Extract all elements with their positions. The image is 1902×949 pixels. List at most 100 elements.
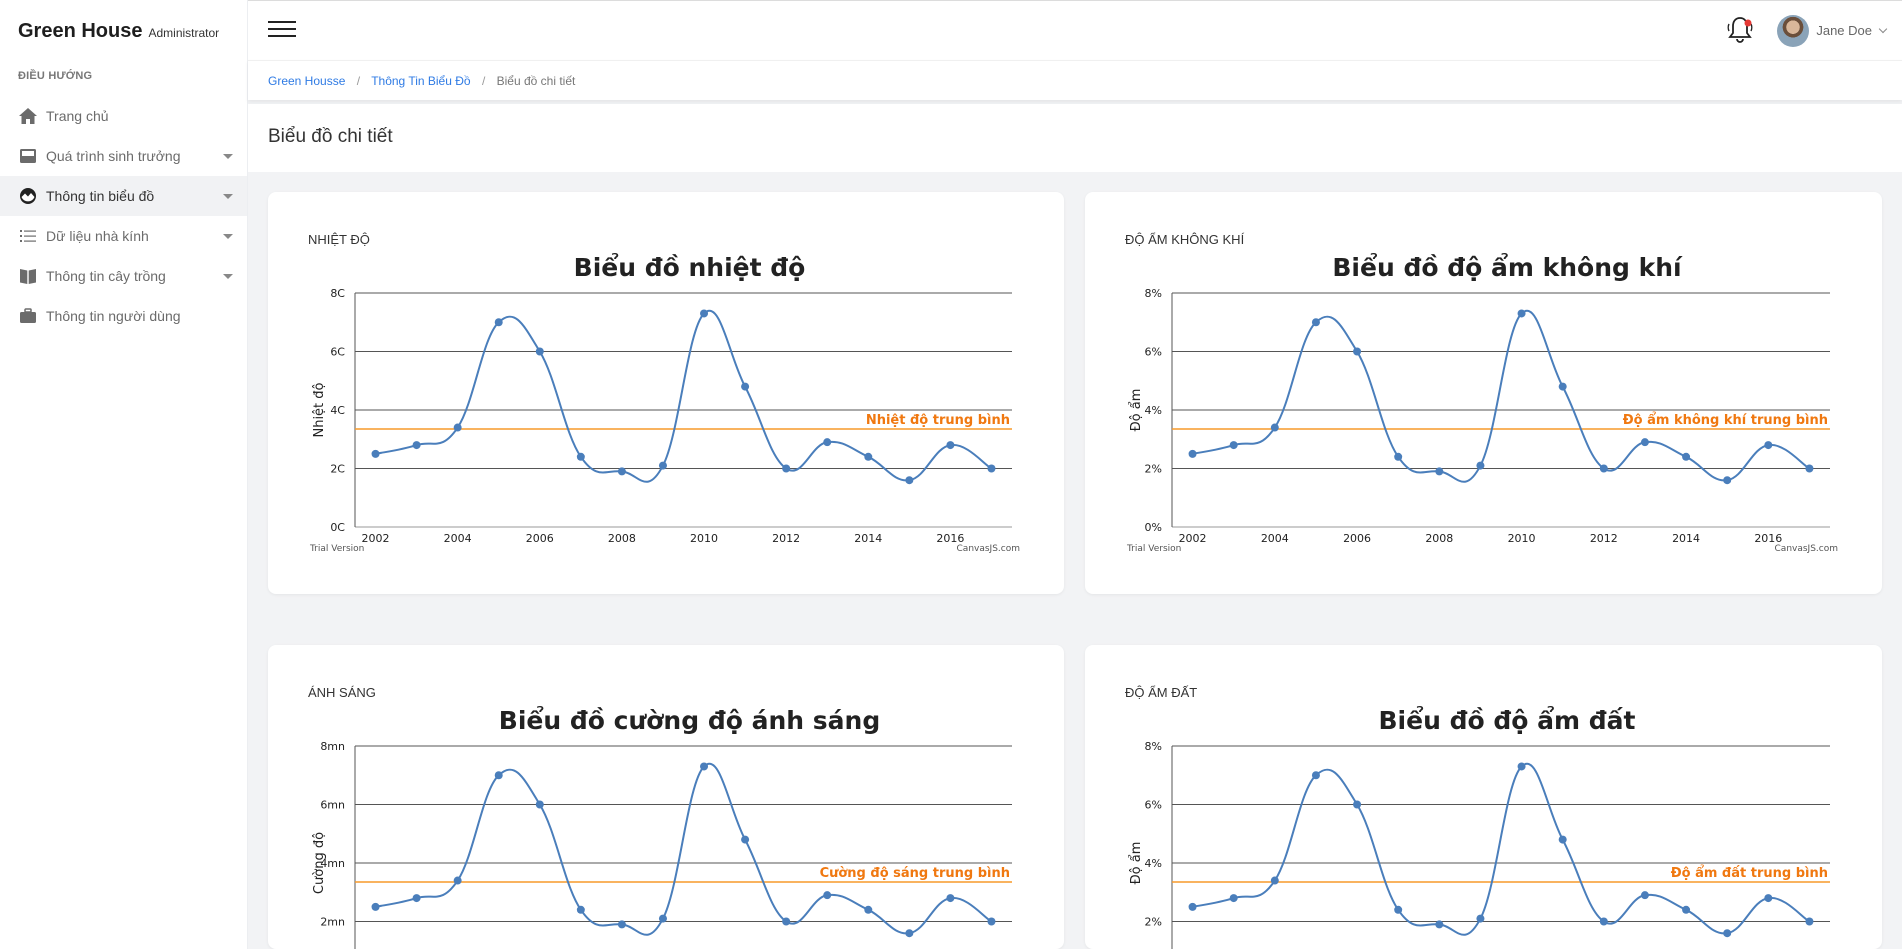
data-point: [494, 318, 503, 327]
data-point: [782, 917, 791, 926]
data-point: [823, 438, 832, 447]
data-point: [864, 452, 873, 461]
data-point: [1311, 771, 1320, 780]
data-point: [1311, 318, 1320, 327]
watermark-canvasjs: CanvasJS.com: [1775, 544, 1838, 554]
data-point: [1517, 309, 1526, 318]
brand[interactable]: Green House Administrator: [0, 0, 247, 62]
mountain-circle-icon: [18, 186, 38, 206]
data-point: [1805, 464, 1814, 473]
data-point: [1435, 920, 1444, 929]
chart-card-light: ÁNH SÁNG Biểu đồ cường độ ánh sáng0mn2mn…: [268, 645, 1064, 949]
data-point: [1599, 464, 1608, 473]
average-line-label: Nhiệt độ trung bình: [866, 413, 1010, 428]
data-point: [1764, 894, 1773, 903]
data-point: [1229, 894, 1238, 903]
air-humidity-chart: Biểu đồ độ ẩm không khí 0% 2% 4% 6% 8% Độ ẩm 20…: [1126, 252, 1838, 554]
x-tick-label: 2002: [362, 532, 390, 545]
y-tick-label: 6C: [330, 346, 345, 359]
breadcrumb-link-home[interactable]: Green Housse: [268, 74, 345, 88]
page-header: Biểu đồ chi tiết: [248, 104, 1902, 172]
y-tick-label: 6%: [1145, 346, 1162, 359]
data-point: [453, 876, 462, 885]
x-tick-label: 2008: [1425, 532, 1453, 545]
y-tick-label: 2C: [330, 463, 345, 476]
data-point: [700, 309, 709, 318]
y-tick-label: 6mn: [320, 799, 345, 812]
notification-bell-icon[interactable]: [1726, 15, 1754, 45]
top-bar: Jane Doe: [248, 0, 1902, 60]
data-point: [412, 894, 421, 903]
breadcrumb-current: Biểu đồ chi tiết: [496, 74, 576, 88]
data-point: [1394, 452, 1403, 461]
list-icon: [18, 226, 38, 246]
data-point: [864, 905, 873, 914]
sidebar-item-label: Thông tin biểu đồ: [46, 188, 155, 204]
x-tick-label: 2006: [1343, 532, 1371, 545]
book-icon: [18, 266, 38, 286]
chevron-down-icon[interactable]: [1878, 24, 1888, 34]
breadcrumb-link-chart-info[interactable]: Thông Tin Biểu Đồ: [371, 74, 470, 88]
sidebar-item-chart-info[interactable]: Thông tin biểu đồ: [0, 176, 247, 216]
x-tick-label: 2014: [1672, 532, 1700, 545]
data-point: [1723, 929, 1732, 938]
sidebar-item-user-info[interactable]: Thông tin người dùng: [0, 296, 247, 336]
y-tick-label: 2%: [1145, 916, 1162, 929]
x-tick-label: 2008: [608, 532, 636, 545]
series-line: [1192, 309, 1810, 483]
series-line: [375, 309, 993, 483]
data-point: [371, 449, 380, 458]
data-point: [1558, 382, 1567, 391]
data-point: [1394, 905, 1403, 914]
data-point: [576, 452, 585, 461]
briefcase-icon: [18, 306, 38, 326]
chart-title: Biểu đồ cường độ ánh sáng: [499, 705, 880, 735]
sidebar-item-label: Trang chủ: [46, 108, 109, 124]
chart-title: Biểu đồ độ ẩm không khí: [1332, 252, 1683, 282]
tray-icon: [18, 146, 38, 166]
data-point: [987, 464, 996, 473]
chevron-down-icon: [223, 273, 233, 279]
sidebar-item-crop-info[interactable]: Thông tin cây trồng: [0, 256, 247, 296]
series-line: [375, 762, 993, 936]
breadcrumb-separator: /: [481, 74, 486, 88]
user-name[interactable]: Jane Doe: [1816, 23, 1872, 38]
x-tick-label: 2012: [1590, 532, 1618, 545]
sidebar-item-growth[interactable]: Quá trình sinh trưởng: [0, 136, 247, 176]
data-point: [535, 347, 544, 356]
data-point: [1599, 917, 1608, 926]
soil-moisture-chart: Biểu đồ độ ẩm đất0%2%4%6%8%Độ ẩmĐộ ẩm đấ…: [1129, 705, 1830, 949]
sidebar-item-label: Quá trình sinh trưởng: [46, 148, 181, 164]
chevron-down-icon: [223, 153, 233, 159]
sidebar-item-greenhouse-data[interactable]: Dữ liệu nhà kính: [0, 216, 247, 256]
data-point: [1558, 835, 1567, 844]
data-point: [535, 800, 544, 809]
sidebar: Green House Administrator ĐIỀU HƯỚNG Tra…: [0, 0, 248, 949]
average-line-label: Độ ẩm không khí trung bình: [1623, 412, 1828, 428]
y-tick-label: 4C: [330, 404, 345, 417]
y-tick-label: 0%: [1145, 521, 1162, 534]
data-point: [1805, 917, 1814, 926]
data-point: [1188, 449, 1197, 458]
data-point: [946, 441, 955, 450]
data-point: [371, 902, 380, 911]
data-point: [1682, 452, 1691, 461]
y-tick-label: 6%: [1145, 799, 1162, 812]
home-icon: [18, 106, 38, 126]
hamburger-icon[interactable]: [268, 21, 296, 39]
data-point: [617, 467, 626, 476]
data-point: [1640, 891, 1649, 900]
y-axis-label: Nhiệt độ: [312, 382, 327, 437]
data-point: [1723, 476, 1732, 485]
data-point: [658, 914, 667, 923]
light-intensity-chart: Biểu đồ cường độ ánh sáng0mn2mn4mn6mn8mn…: [312, 705, 1012, 949]
sidebar-item-home[interactable]: Trang chủ: [0, 96, 247, 136]
x-tick-label: 2012: [772, 532, 800, 545]
data-point: [741, 835, 750, 844]
data-point: [1353, 347, 1362, 356]
watermark-trial: Trial Version: [1126, 544, 1181, 554]
avatar[interactable]: [1777, 15, 1809, 47]
data-point: [741, 382, 750, 391]
y-tick-label: 8%: [1145, 287, 1162, 300]
chart-card-air-humidity: ĐỘ ẨM KHÔNG KHÍ Biểu đồ độ ẩm không khí 0…: [1085, 192, 1882, 594]
